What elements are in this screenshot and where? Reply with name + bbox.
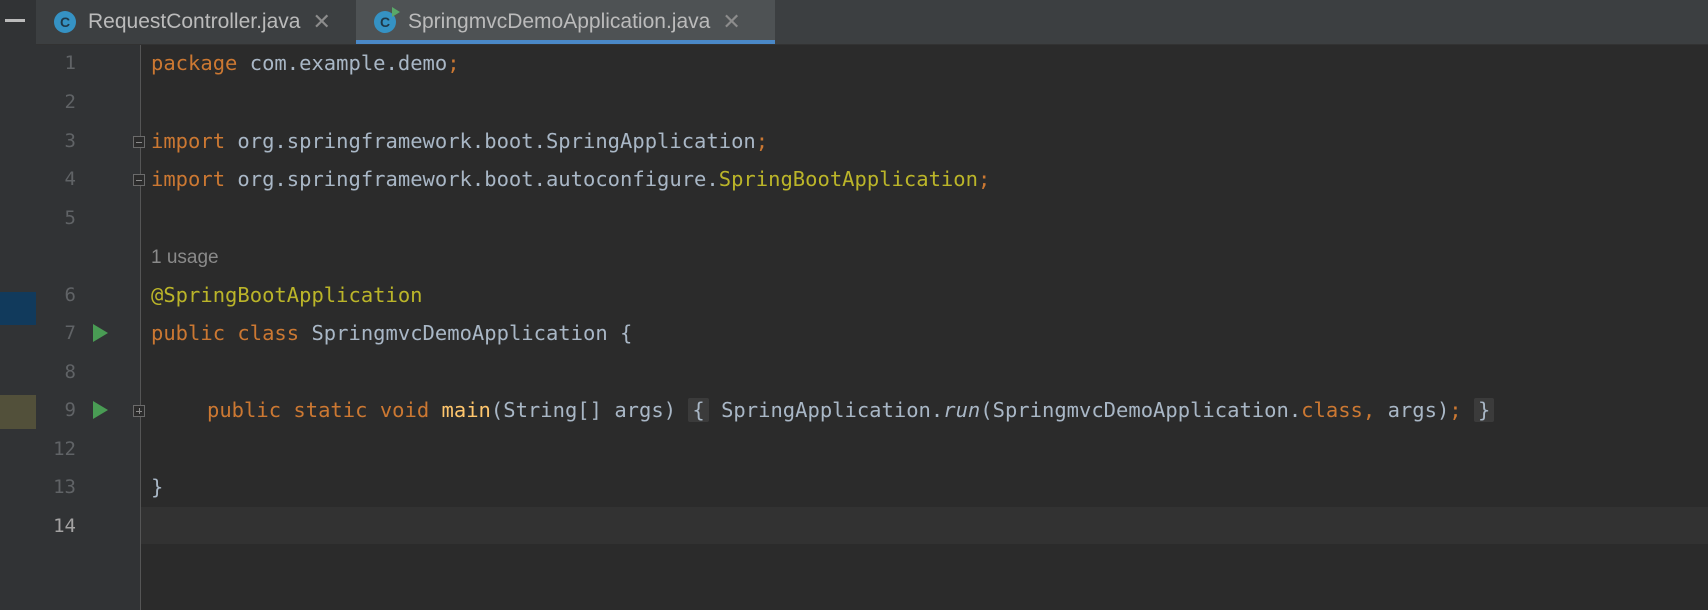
package-name: com.example.demo	[237, 51, 448, 75]
usage-hint[interactable]: 1 usage	[151, 247, 219, 269]
call-args: (SpringmvcDemoApplication.	[980, 398, 1302, 422]
line-number-current: 14	[53, 515, 76, 537]
call-method: run	[943, 398, 981, 422]
folded-brace-open[interactable]: {	[688, 398, 709, 422]
keyword: class	[1301, 398, 1363, 422]
semicolon: ;	[755, 129, 769, 153]
line-number: 3	[64, 130, 76, 152]
run-class-icon[interactable]	[93, 324, 108, 342]
closing-brace: }	[151, 475, 164, 499]
close-icon[interactable]: ✕	[722, 9, 740, 35]
keyword: static	[293, 398, 368, 422]
code-line-6[interactable]: @SpringBootApplication	[151, 283, 423, 307]
import-path: org.springframework.boot.autoconfigure.	[225, 167, 719, 191]
comma: ,	[1362, 398, 1376, 422]
keyword: public	[151, 321, 226, 345]
keyword: void	[379, 398, 430, 422]
keyword: package	[151, 51, 238, 75]
current-line-highlight	[141, 507, 1708, 544]
tab-request-controller[interactable]: C RequestController.java ✕	[36, 0, 354, 44]
line-number: 7	[64, 322, 76, 344]
close-icon[interactable]: ✕	[312, 9, 330, 35]
annotation-class: SpringBootApplication	[718, 167, 978, 191]
line-number: 1	[64, 52, 76, 74]
class-declaration: SpringmvcDemoApplication {	[299, 321, 633, 345]
call-args: args)	[1375, 398, 1450, 422]
code-line-7[interactable]: public class SpringmvcDemoApplication {	[151, 321, 632, 345]
structure-marker	[0, 292, 36, 325]
fold-imports-icon[interactable]	[133, 136, 145, 148]
semicolon: ;	[1449, 398, 1462, 422]
tab-label: SpringmvcDemoApplication.java	[408, 10, 711, 33]
semicolon: ;	[977, 167, 991, 191]
keyword: public	[207, 398, 282, 422]
line-number: 12	[53, 438, 76, 460]
line-number: 8	[64, 361, 76, 383]
semicolon: ;	[447, 51, 460, 75]
tab-springmvc-demo-application[interactable]: C SpringmvcDemoApplication.java ✕	[356, 0, 775, 44]
expand-method-icon[interactable]	[133, 405, 145, 417]
editor-tab-bar: C RequestController.java ✕ C SpringmvcDe…	[36, 0, 1708, 45]
code-line-4[interactable]: import org.springframework.boot.autoconf…	[151, 167, 990, 191]
code-line-1[interactable]: package com.example.demo;	[151, 51, 460, 75]
method-name: main	[441, 398, 491, 422]
keyword: import	[151, 129, 226, 153]
annotation: @SpringBootApplication	[151, 283, 423, 307]
code-line-3[interactable]: import org.springframework.boot.SpringAp…	[151, 129, 768, 153]
code-line-9[interactable]: public static void main(String[] args) {…	[207, 398, 1495, 422]
keyword: import	[151, 167, 226, 191]
tab-label: RequestController.java	[88, 10, 301, 33]
minimize-icon[interactable]	[5, 19, 25, 22]
java-runnable-class-icon: C	[374, 7, 400, 33]
method-params: (String[] args)	[490, 398, 677, 422]
line-number: 5	[64, 207, 76, 229]
line-number: 2	[64, 91, 76, 113]
line-number: 13	[53, 476, 76, 498]
keyword: class	[237, 321, 300, 345]
line-number: 4	[64, 168, 76, 190]
fold-imports-end-icon[interactable]	[133, 174, 145, 186]
line-number: 6	[64, 284, 76, 306]
line-number: 9	[64, 399, 76, 421]
left-tool-strip	[0, 0, 36, 610]
import-path: org.springframework.boot.SpringApplicati…	[225, 129, 756, 153]
call-object: SpringApplication.	[708, 398, 944, 422]
bookmark-marker	[0, 395, 36, 429]
java-class-icon: C	[54, 11, 76, 33]
code-line-13[interactable]: }	[151, 475, 163, 499]
folded-brace-close[interactable]: }	[1473, 398, 1495, 422]
ide-window: C RequestController.java ✕ C SpringmvcDe…	[0, 0, 1708, 610]
gutter-separator	[140, 45, 141, 610]
run-main-icon[interactable]	[93, 401, 108, 419]
